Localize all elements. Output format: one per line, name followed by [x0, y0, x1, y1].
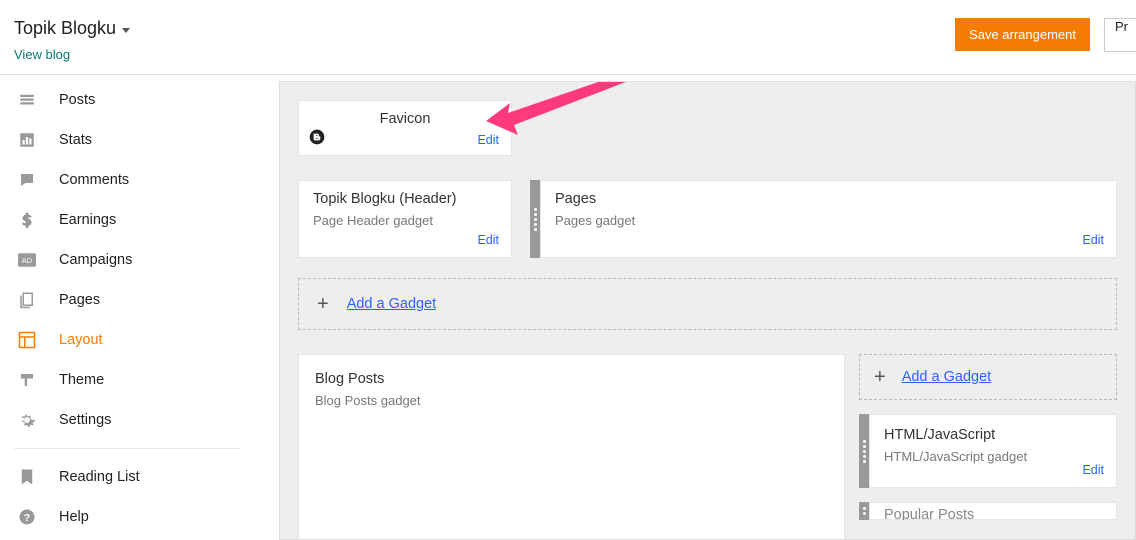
- sidebar-item-earnings[interactable]: Earnings: [0, 200, 255, 240]
- main-content: Favicon Edit Topik Blogku (Header) Page …: [255, 75, 1136, 540]
- favicon-title: Favicon: [313, 111, 497, 127]
- blogger-favicon-icon: [309, 129, 325, 150]
- lower-row: Blog Posts Blog Posts gadget + Add a Gad…: [298, 354, 1117, 540]
- earnings-icon: [17, 211, 37, 229]
- pages-section: Pages Pages gadget Edit: [530, 180, 1117, 258]
- stats-icon: [17, 131, 37, 149]
- popular-posts-title-partial: Popular Posts: [884, 507, 1102, 520]
- header-gadget-edit-link[interactable]: Edit: [477, 233, 499, 247]
- blog-posts-gadget[interactable]: Blog Posts Blog Posts gadget: [298, 354, 845, 540]
- sidebar-item-label: Stats: [59, 132, 92, 148]
- pages-icon: [17, 291, 37, 309]
- bookmark-icon: [17, 468, 37, 486]
- pages-gadget-sub: Pages gadget: [555, 213, 1102, 228]
- drag-handle-icon[interactable]: [859, 502, 869, 520]
- sidebar: Posts Stats Comments Earnings AD Campaig…: [0, 75, 255, 540]
- header-gadget[interactable]: Topik Blogku (Header) Page Header gadget…: [298, 180, 512, 258]
- sidebar-item-label: Theme: [59, 372, 104, 388]
- posts-icon: [17, 91, 37, 109]
- favicon-gadget[interactable]: Favicon Edit: [298, 100, 512, 156]
- add-gadget-bar-top[interactable]: + Add a Gadget: [298, 278, 1117, 330]
- layout-canvas: Favicon Edit Topik Blogku (Header) Page …: [279, 81, 1136, 540]
- pages-gadget-title: Pages: [555, 191, 1102, 207]
- gear-icon: [17, 411, 37, 429]
- blog-posts-sub: Blog Posts gadget: [315, 393, 828, 408]
- campaigns-icon: AD: [17, 253, 37, 267]
- sidebar-item-reading-list[interactable]: Reading List: [0, 457, 255, 497]
- drag-handle-icon[interactable]: [859, 414, 869, 488]
- sidebar-item-label: Reading List: [59, 469, 140, 485]
- sidebar-item-pages[interactable]: Pages: [0, 280, 255, 320]
- right-column: + Add a Gadget HTML/JavaScript HTML/Java…: [859, 354, 1117, 540]
- blog-posts-title: Blog Posts: [315, 371, 828, 387]
- header-gadget-sub: Page Header gadget: [313, 213, 497, 228]
- plus-icon: +: [317, 293, 329, 316]
- sidebar-item-label: Comments: [59, 172, 129, 188]
- sidebar-item-label: Layout: [59, 332, 103, 348]
- sidebar-item-label: Posts: [59, 92, 95, 108]
- add-gadget-link[interactable]: Add a Gadget: [347, 296, 437, 312]
- comments-icon: [17, 171, 37, 189]
- sidebar-item-help[interactable]: ? Help: [0, 497, 255, 537]
- preview-button-partial[interactable]: Pr: [1104, 18, 1136, 52]
- sidebar-item-settings[interactable]: Settings: [0, 400, 255, 440]
- drag-handle-icon[interactable]: [530, 180, 540, 258]
- sidebar-item-label: Pages: [59, 292, 100, 308]
- layout-icon: [17, 331, 37, 349]
- blog-title: Topik Blogku: [14, 18, 116, 39]
- pages-gadget-edit-link[interactable]: Edit: [1082, 233, 1104, 247]
- popular-posts-gadget-partial[interactable]: Popular Posts: [869, 502, 1117, 520]
- sidebar-item-label: Campaigns: [59, 252, 132, 268]
- sidebar-item-label: Earnings: [59, 212, 116, 228]
- sidebar-item-campaigns[interactable]: AD Campaigns: [0, 240, 255, 280]
- html-js-sub: HTML/JavaScript gadget: [884, 449, 1102, 464]
- sidebar-item-label: Settings: [59, 412, 111, 428]
- plus-icon: +: [874, 366, 886, 389]
- save-arrangement-button[interactable]: Save arrangement: [955, 18, 1090, 51]
- sidebar-item-theme[interactable]: Theme: [0, 360, 255, 400]
- html-js-edit-link[interactable]: Edit: [1082, 463, 1104, 477]
- html-js-gadget[interactable]: HTML/JavaScript HTML/JavaScript gadget E…: [869, 414, 1117, 488]
- svg-text:AD: AD: [22, 256, 33, 265]
- sidebar-item-posts[interactable]: Posts: [0, 80, 255, 120]
- sidebar-item-comments[interactable]: Comments: [0, 160, 255, 200]
- sidebar-item-label: Help: [59, 509, 89, 525]
- help-icon: ?: [17, 508, 37, 526]
- sidebar-item-layout[interactable]: Layout: [0, 320, 255, 360]
- popular-posts-gadget-wrap-partial: Popular Posts: [859, 502, 1117, 520]
- add-gadget-link-right[interactable]: Add a Gadget: [902, 369, 992, 385]
- header-gadget-title: Topik Blogku (Header): [313, 191, 497, 207]
- dropdown-caret-icon: [122, 20, 130, 38]
- svg-text:?: ?: [24, 512, 30, 524]
- html-js-gadget-wrap: HTML/JavaScript HTML/JavaScript gadget E…: [859, 414, 1117, 488]
- header-pages-row: Topik Blogku (Header) Page Header gadget…: [298, 180, 1117, 258]
- sidebar-item-stats[interactable]: Stats: [0, 120, 255, 160]
- view-blog-link[interactable]: View blog: [14, 47, 70, 62]
- favicon-edit-link[interactable]: Edit: [477, 133, 499, 147]
- add-gadget-bar-right[interactable]: + Add a Gadget: [859, 354, 1117, 400]
- sidebar-divider: [14, 448, 241, 449]
- html-js-title: HTML/JavaScript: [884, 427, 1102, 443]
- pages-gadget[interactable]: Pages Pages gadget Edit: [540, 180, 1117, 258]
- theme-icon: [17, 371, 37, 389]
- topbar: Topik Blogku View blog Save arrangement …: [0, 0, 1136, 75]
